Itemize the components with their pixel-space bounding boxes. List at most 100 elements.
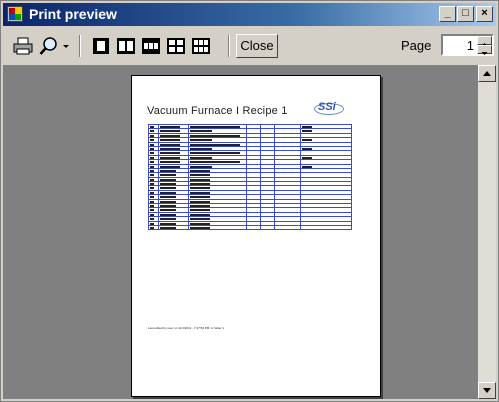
cell-text-glyph: [160, 178, 176, 181]
cell-text-glyph: [160, 134, 180, 137]
cell-text-glyph: [160, 209, 176, 212]
window-title: Print preview: [29, 6, 117, 22]
cell-text-glyph: [190, 147, 212, 150]
three-pages-icon[interactable]: [141, 36, 161, 56]
zoom-icon[interactable]: [39, 36, 59, 56]
table-cell: [274, 224, 301, 231]
page-number-value[interactable]: 1: [467, 38, 474, 53]
cell-text-glyph: [150, 178, 154, 181]
table-cell: [246, 224, 261, 231]
cell-text-glyph: [150, 169, 154, 172]
company-logo: SSi: [318, 101, 336, 113]
cell-text-glyph: [160, 205, 176, 207]
minimize-button[interactable]: _: [439, 6, 456, 22]
table-cell: [148, 224, 159, 231]
arrow-down-icon: [481, 52, 488, 55]
cell-text-glyph: [160, 187, 176, 190]
arrow-down-icon: [483, 388, 491, 393]
page-number-spinner[interactable]: 1: [441, 34, 494, 56]
preview-page: Vacuum Furnace I Recipe 1 SSi Last edite…: [131, 75, 381, 397]
cell-text-glyph: [160, 226, 176, 229]
toolbar: Close Page 1: [3, 27, 496, 65]
close-window-button[interactable]: ×: [476, 6, 493, 22]
cell-text-glyph: [150, 134, 154, 137]
two-pages-icon[interactable]: [116, 36, 136, 56]
four-pages-icon[interactable]: [166, 36, 186, 56]
cell-text-glyph: [150, 143, 154, 146]
cell-text-glyph: [190, 152, 240, 155]
recipe-table: [148, 123, 352, 231]
page-label: Page: [401, 38, 432, 53]
cell-text-glyph: [160, 156, 180, 159]
cell-text-glyph: [190, 222, 210, 225]
cell-text-glyph: [150, 165, 154, 168]
cell-text-glyph: [160, 161, 180, 163]
table-row: [148, 224, 352, 231]
cell-text-glyph: [150, 222, 154, 225]
cell-text-glyph: [160, 191, 176, 194]
cell-text-glyph: [190, 209, 210, 212]
six-pages-icon[interactable]: [191, 36, 211, 56]
scroll-down-button[interactable]: [478, 382, 496, 399]
table-cell: [300, 224, 352, 231]
scroll-up-button[interactable]: [478, 65, 496, 82]
toolbar-separator: [228, 35, 230, 57]
cell-text-glyph: [150, 139, 154, 141]
cell-text-glyph: [160, 130, 180, 133]
preview-area[interactable]: Vacuum Furnace I Recipe 1 SSi Last edite…: [3, 65, 478, 399]
cell-text-glyph: [150, 152, 154, 155]
cell-text-glyph: [160, 196, 176, 199]
cell-text-glyph: [150, 191, 154, 194]
cell-text-glyph: [302, 126, 312, 128]
cell-text-glyph: [190, 165, 212, 168]
cell-text-glyph: [160, 169, 176, 172]
cell-text-glyph: [190, 161, 240, 163]
cell-text-glyph: [150, 156, 154, 159]
cell-text-glyph: [160, 174, 176, 177]
cell-text-glyph: [190, 178, 210, 181]
cell-text-glyph: [150, 174, 154, 177]
cell-text-glyph: [160, 218, 176, 220]
close-button[interactable]: Close: [236, 34, 278, 58]
cell-text-glyph: [150, 209, 154, 212]
cell-text-glyph: [302, 156, 312, 159]
cell-text-glyph: [150, 147, 154, 150]
cell-text-glyph: [160, 165, 180, 168]
cell-text-glyph: [150, 183, 154, 185]
cell-text-glyph: [150, 187, 154, 190]
cell-text-glyph: [302, 130, 312, 133]
zoom-dropdown-icon[interactable]: [61, 36, 71, 56]
cell-text-glyph: [190, 191, 210, 194]
cell-text-glyph: [150, 161, 154, 163]
cell-text-glyph: [190, 183, 210, 185]
cell-text-glyph: [190, 143, 240, 146]
vertical-scrollbar[interactable]: [478, 65, 496, 399]
cell-text-glyph: [190, 205, 210, 207]
document-footer: Last edited by user on 11/1/2011 - 7:37:…: [148, 326, 225, 330]
document-title: Vacuum Furnace I Recipe 1: [147, 105, 288, 117]
table-cell: [260, 224, 275, 231]
title-bar[interactable]: Print preview _ □ ×: [3, 3, 496, 26]
cell-text-glyph: [150, 213, 154, 216]
cell-text-glyph: [190, 126, 240, 128]
cell-text-glyph: [160, 200, 176, 203]
cell-text-glyph: [150, 218, 154, 220]
toolbar-separator: [79, 35, 81, 57]
cell-text-glyph: [190, 196, 210, 199]
printer-icon[interactable]: [13, 36, 33, 56]
cell-text-glyph: [190, 174, 210, 177]
cell-text-glyph: [190, 139, 212, 141]
cell-text-glyph: [190, 169, 210, 172]
maximize-button[interactable]: □: [457, 6, 474, 22]
cell-text-glyph: [190, 130, 212, 133]
cell-text-glyph: [302, 139, 312, 141]
page-down-button[interactable]: [477, 45, 492, 55]
cell-text-glyph: [160, 152, 180, 155]
table-cell: [188, 224, 247, 231]
print-preview-app-icon: [7, 6, 23, 22]
print-preview-window: Print preview _ □ × Close Page 1 Vacuum …: [0, 0, 499, 402]
page-up-button[interactable]: [477, 36, 492, 46]
one-page-icon[interactable]: [91, 36, 111, 56]
cell-text-glyph: [160, 213, 176, 216]
cell-text-glyph: [150, 200, 154, 203]
